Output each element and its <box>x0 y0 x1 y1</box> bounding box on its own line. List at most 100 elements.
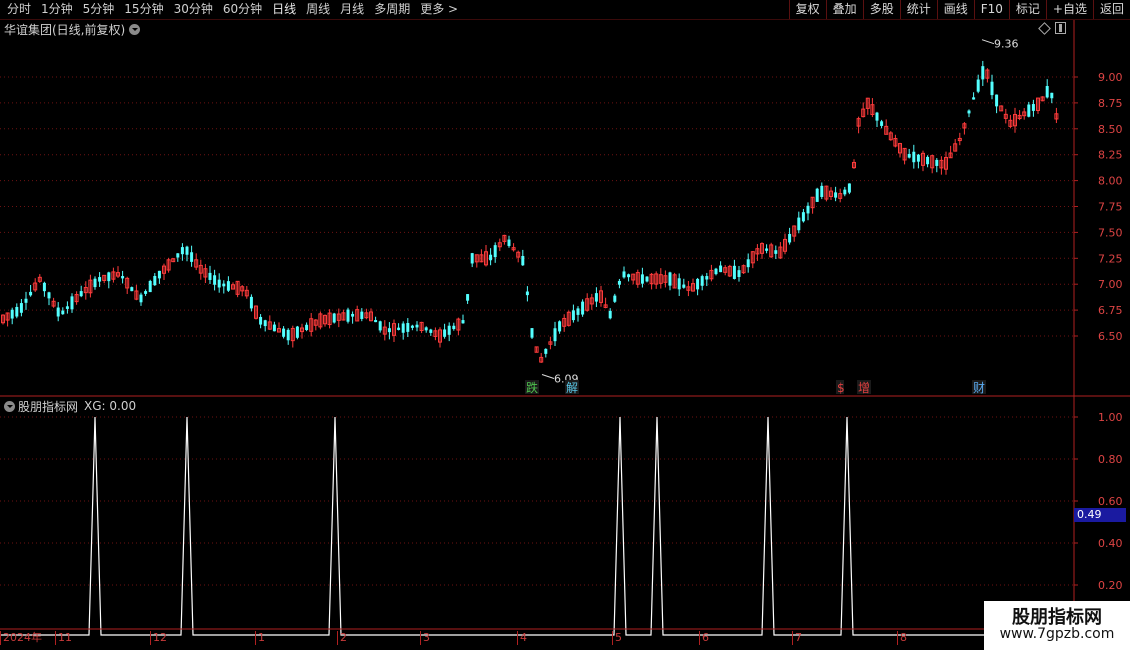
price-tick-label: 7.50 <box>1098 226 1123 239</box>
candle-down <box>70 296 74 310</box>
date-tick <box>150 631 151 645</box>
candle-down <box>387 328 391 333</box>
candle-down <box>305 324 309 331</box>
panel-toggle-icon[interactable] <box>1055 22 1066 34</box>
candle-down <box>834 192 838 198</box>
candle-down <box>10 309 14 319</box>
candle-down <box>682 284 686 288</box>
price-tick-label: 7.25 <box>1098 252 1123 265</box>
indicator-title: 股朋指标网 <box>18 399 79 414</box>
date-axis: 2024年 11 12 1 2 3 4 5 6 7 8 <box>0 631 984 645</box>
candle-down <box>719 265 723 273</box>
candle-down <box>571 310 575 321</box>
candle-down <box>461 320 465 324</box>
candle-down <box>226 281 230 291</box>
chart-canvas[interactable]: 9.366.09跌解 $ 增财 9.008.758.508.258.007.757.… <box>0 0 1130 650</box>
price-tick-label: 9.00 <box>1098 71 1123 84</box>
candle-down <box>972 97 976 100</box>
date-tick <box>517 631 518 645</box>
dropdown-circle-icon[interactable] <box>129 23 141 35</box>
candle-down <box>19 303 23 313</box>
candle-down <box>613 295 617 302</box>
date-label: 12 <box>153 631 167 644</box>
candle-down <box>1027 104 1031 117</box>
candle-down <box>912 151 916 163</box>
candle-down <box>47 292 51 299</box>
date-label: 5 <box>615 631 622 644</box>
indicator-tick-label: 0.20 <box>1098 579 1123 592</box>
candle-down <box>176 253 180 258</box>
candle-down <box>139 294 143 303</box>
diamond-icon[interactable] <box>1038 22 1051 35</box>
candle-down <box>981 66 985 80</box>
price-tick-label: 6.75 <box>1098 304 1123 317</box>
date-tick <box>612 631 613 645</box>
candle-down <box>967 110 971 114</box>
date-tick <box>0 631 1 645</box>
candle-down <box>79 291 83 297</box>
candle-down <box>935 159 939 166</box>
indicator-tick-label: 0.80 <box>1098 453 1123 466</box>
candle-down <box>696 278 700 290</box>
candle-down <box>700 276 704 286</box>
candle-down <box>640 274 644 284</box>
chart-corner-icons <box>1038 22 1066 35</box>
date-label: 4 <box>520 631 527 644</box>
candle-down <box>295 326 299 338</box>
candle-down <box>263 320 267 327</box>
high-pointer <box>981 39 995 45</box>
date-label: 6 <box>702 631 709 644</box>
candle-down <box>765 248 769 251</box>
candle-down <box>470 253 474 264</box>
candle-down <box>374 320 378 323</box>
date-label: 7 <box>795 631 802 644</box>
candle-down <box>249 296 253 309</box>
candle-down <box>507 239 511 246</box>
date-label: 3 <box>423 631 430 644</box>
candle-down <box>107 272 111 282</box>
candle-down <box>213 275 217 285</box>
candle-down <box>346 309 350 322</box>
candle-down <box>378 321 382 331</box>
date-tick <box>420 631 421 645</box>
candle-down <box>843 189 847 195</box>
candle-down <box>190 252 194 262</box>
date-label: 2 <box>340 631 347 644</box>
main-chart-header: 华谊集团(日线,前复权) <box>0 20 141 38</box>
candle-down <box>489 254 493 261</box>
candle-down <box>820 185 824 197</box>
candle-down <box>144 291 148 294</box>
price-tick-label: 8.75 <box>1098 97 1123 110</box>
candle-down <box>98 277 102 282</box>
stock-title: 华谊集团(日线,前复权) <box>4 22 126 37</box>
price-tick-label: 8.00 <box>1098 175 1123 188</box>
candle-down <box>732 265 736 279</box>
candle-down <box>157 270 161 279</box>
candle-down <box>415 324 419 328</box>
high-price-label: 9.36 <box>994 38 1019 51</box>
candle-down <box>815 188 819 202</box>
price-tick-label: 8.25 <box>1098 149 1123 162</box>
indicator-dropdown-icon[interactable] <box>4 400 15 412</box>
date-label: 8 <box>900 631 907 644</box>
candle-down <box>286 329 290 341</box>
candle-down <box>29 291 33 296</box>
candle-down <box>746 259 750 268</box>
candle-down <box>180 247 184 255</box>
candle-down <box>61 310 65 315</box>
candle-down <box>185 246 189 255</box>
watermark-url: www.7gpzb.com <box>999 626 1115 642</box>
candle-down <box>617 280 621 285</box>
candle-down <box>15 306 19 317</box>
date-tick <box>792 631 793 645</box>
candle-down <box>360 311 364 319</box>
price-tick-label: 8.50 <box>1098 123 1123 136</box>
candle-down <box>282 328 286 337</box>
indicator-header: 股朋指标网 XG: 0.00 <box>0 398 136 414</box>
candle-down <box>677 278 681 290</box>
current-value-badge: 0.49 <box>1074 508 1126 522</box>
candle-down <box>24 298 28 303</box>
candle-down <box>272 324 276 332</box>
date-tick <box>699 631 700 645</box>
candle-down <box>222 283 226 287</box>
